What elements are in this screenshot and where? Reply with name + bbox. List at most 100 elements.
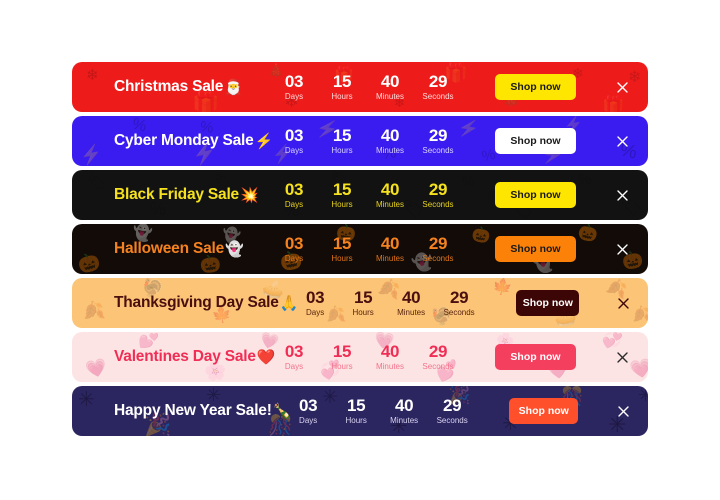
banner-content: Thanksgiving Day Sale 🙏 03 Days 15 Hours 40 Min… — [72, 278, 648, 328]
countdown-label-minutes: Minutes — [375, 361, 404, 371]
promo-banner-halloween: 🎃 👻 🎃 👻 🎃 🎃 👻 🎃 👻 🎃 🎃 Halloween Sale 👻 03 Days 15 Hours 4… — [72, 224, 648, 274]
banner-content: Halloween Sale 👻 03 Days 15 Hours 40 Minutes 29 S… — [72, 224, 648, 274]
countdown-timer: 03 Days 15 Hours 40 Minutes 29 Seconds — [277, 341, 455, 372]
countdown-unit-seconds: 29 Seconds — [421, 72, 455, 102]
close-banner-button[interactable] — [614, 187, 630, 203]
shop-now-button[interactable]: Shop now — [495, 182, 576, 208]
countdown-label-seconds: Seconds — [436, 415, 468, 425]
countdown-label-days: Days — [299, 415, 318, 425]
banner-title-emoji: 🎅 — [224, 79, 243, 96]
countdown-value-hours: 15 — [353, 287, 373, 307]
countdown-label-days: Days — [284, 361, 304, 371]
countdown-timer: 03 Days 15 Hours 40 Minutes 29 Seconds — [277, 71, 455, 102]
countdown-unit-seconds: 29 Seconds — [435, 395, 469, 426]
countdown-value-minutes: 40 — [380, 341, 400, 361]
countdown-unit-days: 03 Days — [277, 71, 311, 102]
promo-banner-thanksgiving: 🍂 🦃 🍁 🥧 🍂 🍂 🦃 🍁 🥧 🍂 🍂 Thanksgiving Day Sale 🙏 03 Days 1… — [72, 278, 648, 328]
countdown-unit-seconds: 29 Seconds — [442, 287, 476, 318]
close-banner-button[interactable] — [614, 349, 630, 365]
promo-banner-new-year: ✳🎉✳🎊✳✳🎉✳🎊✳✳Happy New Year Sale!🍾03Days15… — [72, 386, 648, 436]
countdown-unit-minutes: 40 Minutes — [373, 179, 407, 210]
countdown-value-days: 03 — [284, 341, 304, 361]
countdown-timer: 03 Days 15 Hours 40 Minutes 29 Seconds — [298, 287, 476, 318]
countdown-label-hours: Hours — [352, 307, 374, 317]
close-icon — [616, 243, 628, 255]
close-banner-button[interactable] — [614, 133, 630, 149]
close-icon — [616, 351, 628, 363]
countdown-label-hours: Hours — [331, 199, 353, 209]
shop-now-button[interactable]: Shop now — [516, 290, 580, 316]
countdown-unit-seconds: 29 Seconds — [421, 233, 455, 264]
banner-title: Cyber Monday Sale ⚡ — [114, 132, 273, 150]
countdown-label-seconds: Seconds — [422, 253, 454, 263]
close-icon — [616, 135, 628, 147]
banner-content: Christmas Sale 🎅 03 Days 15 Hours 40 Minutes 29 S… — [72, 62, 648, 112]
countdown-value-seconds: 29 — [443, 395, 462, 415]
countdown-unit-minutes: 40 Minutes — [387, 396, 421, 426]
countdown-value-days: 03 — [305, 287, 325, 307]
close-icon — [616, 189, 628, 201]
countdown-label-minutes: Minutes — [397, 307, 426, 317]
banner-title-emoji: ⚡ — [254, 133, 274, 150]
banner-title: Christmas Sale 🎅 — [114, 78, 243, 96]
countdown-value-seconds: 29 — [428, 233, 448, 253]
shop-now-button[interactable]: Shop now — [495, 128, 576, 154]
close-banner-button[interactable] — [617, 295, 630, 311]
shop-now-button[interactable]: Shop now — [495, 74, 576, 100]
countdown-label-days: Days — [284, 199, 304, 209]
countdown-label-seconds: Seconds — [422, 199, 454, 209]
banner-title-text: Black Friday Sale — [114, 186, 239, 203]
promo-banner-christmas: ❄🎁🎄❄🎁❄🎁🎄❄🎁❄Christmas Sale🎅03Days15Hours4… — [72, 62, 648, 112]
promo-banner-black-friday: 🏷% 🏷% 🏷 🏷% 🏷% 🏷 Black Friday Sale 💥 03 Days 15 Hour… — [72, 170, 648, 220]
banner-title-text: Valentines Day Sale — [114, 348, 256, 365]
countdown-value-minutes: 40 — [380, 125, 400, 145]
countdown-label-days: Days — [284, 253, 304, 263]
countdown-value-seconds: 29 — [428, 125, 448, 145]
shop-now-button[interactable]: Shop now — [509, 398, 579, 424]
banner-content: Cyber Monday Sale ⚡ 03 Days 15 Hours 40 Minutes… — [72, 116, 648, 166]
countdown-unit-minutes: 40 Minutes — [373, 341, 407, 372]
countdown-timer: 03 Days 15 Hours 40 Minutes 29 Seconds — [277, 179, 455, 210]
countdown-label-minutes: Minutes — [390, 415, 419, 425]
countdown-label-seconds: Seconds — [443, 307, 475, 317]
countdown-value-days: 03 — [284, 233, 304, 253]
countdown-value-seconds: 29 — [449, 287, 469, 307]
countdown-unit-minutes: 40 Minutes — [394, 287, 428, 318]
close-icon — [618, 297, 629, 309]
countdown-label-minutes: Minutes — [375, 253, 404, 263]
countdown-value-hours: 15 — [332, 179, 352, 199]
countdown-timer: 03 Days 15 Hours 40 Minutes 29 Seconds — [277, 233, 455, 264]
countdown-value-seconds: 29 — [428, 179, 448, 199]
countdown-label-minutes: Minutes — [375, 145, 404, 155]
banner-title: Thanksgiving Day Sale 🙏 — [114, 294, 298, 312]
close-icon — [616, 81, 628, 93]
countdown-label-hours: Hours — [331, 91, 353, 101]
countdown-label-hours: Hours — [331, 253, 353, 263]
countdown-label-minutes: Minutes — [375, 199, 404, 209]
close-banner-button[interactable] — [614, 241, 630, 257]
countdown-unit-days: 03 Days — [291, 396, 325, 426]
countdown-value-minutes: 40 — [401, 287, 421, 307]
banner-title: Valentines Day Sale ❤️ — [114, 348, 276, 366]
countdown-timer: 03 Days 15 Hours 40 Minutes 29 Seconds — [291, 395, 469, 426]
banner-content: Black Friday Sale 💥 03 Days 15 Hours 40 Minutes… — [72, 170, 648, 220]
countdown-label-hours: Hours — [345, 415, 367, 425]
countdown-label-minutes: Minutes — [375, 91, 404, 101]
countdown-value-minutes: 40 — [380, 179, 400, 199]
countdown-value-minutes: 40 — [380, 71, 400, 91]
countdown-value-hours: 15 — [332, 125, 352, 145]
close-banner-button[interactable] — [616, 403, 630, 419]
countdown-value-hours: 15 — [332, 341, 352, 361]
countdown-label-days: Days — [284, 91, 304, 101]
countdown-unit-days: 03 Days — [277, 180, 311, 210]
countdown-unit-days: 03 Days — [298, 287, 332, 318]
countdown-unit-days: 03 Days — [277, 341, 311, 372]
countdown-value-days: 03 — [284, 71, 304, 91]
shop-now-button[interactable]: Shop now — [495, 344, 576, 370]
countdown-unit-seconds: 29 Seconds — [421, 125, 455, 156]
countdown-unit-seconds: 29 Seconds — [421, 342, 455, 372]
banner-title-text: Thanksgiving Day Sale — [114, 294, 279, 311]
countdown-timer: 03 Days 15 Hours 40 Minutes 29 Seconds — [277, 125, 455, 156]
close-banner-button[interactable] — [614, 79, 630, 95]
shop-now-button[interactable]: Shop now — [495, 236, 576, 262]
